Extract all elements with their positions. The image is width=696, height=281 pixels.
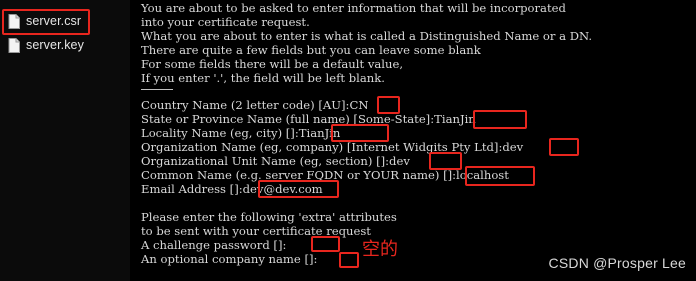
- field-prompt: Locality Name (eg, city) []:: [141, 126, 299, 140]
- value-highlight-common-name: [465, 166, 535, 186]
- value-highlight-state: [473, 110, 527, 129]
- value-highlight-email: [258, 180, 339, 198]
- file-item-server-csr[interactable]: server.csr: [8, 11, 81, 31]
- empty-annotation: 空的: [362, 239, 398, 260]
- file-explorer: server.csr server.key: [0, 0, 130, 281]
- terminal-output: You are about to be asked to enter infor…: [141, 1, 696, 281]
- file-name: server.key: [26, 38, 84, 52]
- field-prompt: Organizational Unit Name (eg, section) […: [141, 154, 390, 168]
- value-highlight-locality: [331, 124, 389, 142]
- terminal-line: If you enter '.', the field will be left…: [141, 71, 385, 85]
- terminal-line: You are about to be asked to enter infor…: [141, 1, 566, 15]
- value-highlight-optional-company: [339, 252, 359, 268]
- terminal-line: What you are about to enter is what is c…: [141, 29, 593, 43]
- field-prompt: State or Province Name (full name) [Some…: [141, 112, 435, 126]
- value-highlight-org-unit: [429, 152, 462, 170]
- document-icon: [8, 13, 20, 29]
- field-line-locality: Locality Name (eg, city) []:TianJin: [141, 126, 340, 140]
- field-value: dev: [389, 154, 410, 168]
- field-line-optional-company: An optional company name []:: [141, 252, 317, 266]
- value-highlight-country: [377, 96, 400, 114]
- field-line-organization: Organization Name (eg, company) [Interne…: [141, 140, 523, 154]
- field-prompt: A challenge password []:: [141, 238, 287, 252]
- field-prompt: Country Name (2 letter code) [AU]:: [141, 98, 350, 112]
- field-line-state: State or Province Name (full name) [Some…: [141, 112, 476, 126]
- field-prompt: An optional company name []:: [141, 252, 318, 266]
- watermark: CSDN @Prosper Lee: [548, 255, 686, 271]
- file-name: server.csr: [26, 14, 82, 28]
- terminal-line: Please enter the following 'extra' attri…: [141, 210, 397, 224]
- value-highlight-organization: [549, 138, 579, 156]
- terminal-line: For some fields there will be a default …: [141, 57, 404, 71]
- field-value: CN: [349, 98, 369, 112]
- field-value: dev: [502, 140, 524, 154]
- field-value: TianJin: [434, 112, 476, 126]
- terminal-line: There are quite a few fields but you can…: [141, 43, 481, 57]
- field-prompt: Email Address []:: [141, 182, 243, 196]
- value-highlight-challenge-password: [311, 236, 340, 252]
- file-item-server-key[interactable]: server.key: [8, 35, 84, 55]
- terminal-line: into your certificate request.: [141, 15, 310, 29]
- separator-dashes: [141, 89, 173, 90]
- field-line-challenge-password: A challenge password []:: [141, 238, 286, 252]
- document-icon: [8, 37, 20, 53]
- field-line-org-unit: Organizational Unit Name (eg, section) […: [141, 154, 410, 168]
- field-line-country: Country Name (2 letter code) [AU]:CN: [141, 98, 368, 112]
